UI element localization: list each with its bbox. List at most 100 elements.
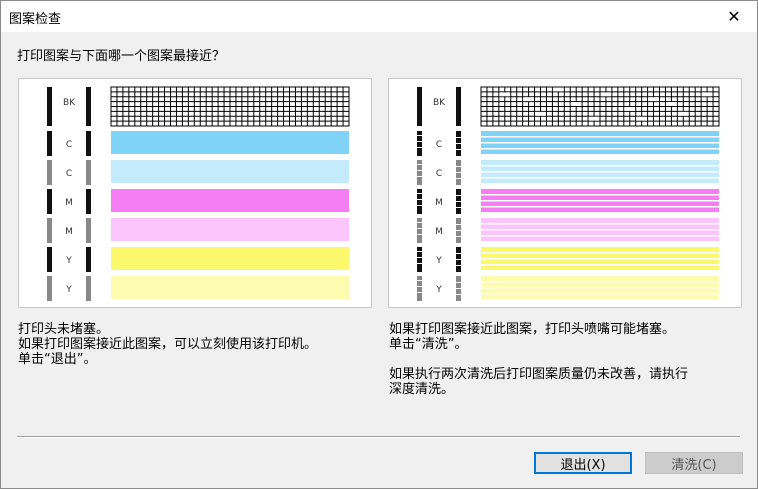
nozzle-gap [417,292,422,293]
bk-missing-segment [588,116,600,121]
nozzle-mark-right [456,87,461,126]
band-streak [481,177,719,179]
band-streak [481,194,719,196]
nozzle-gap [456,149,461,150]
bk-missing-segment [523,97,534,102]
pattern-label: Y [65,256,72,266]
nozzle-mark-right [86,218,91,243]
nozzle-gap [456,265,461,266]
nozzle-gap [417,280,422,281]
nozzle-gap [417,251,422,252]
nozzle-mark-right [86,131,91,156]
separator [17,436,740,438]
pattern-label: M [435,198,443,208]
nozzle-mark-left [417,189,422,214]
nozzle-mark-left [47,218,52,243]
band-streak [481,264,719,266]
nozzle-gap [456,195,461,196]
nozzle-mark-left [47,247,52,272]
bk-missing-segment [648,97,659,102]
nozzle-gap [456,178,461,179]
band-streak [481,252,719,254]
nozzle-gap [417,234,422,235]
nozzle-gap [456,236,461,237]
pattern-label: Y [435,285,442,295]
pattern-label: C [66,169,72,179]
nozzle-gap [456,137,461,138]
band-streak [481,258,719,260]
pattern-label: C [66,140,72,150]
nozzle-mark-left [417,218,422,243]
nozzle-mark-left [47,87,52,126]
color-band [111,218,349,241]
band-streak [481,171,719,173]
desc-note: 如果执行两次清洗后打印图案质量仍未改善，请执行 [389,367,689,382]
pattern-check-dialog: 图案检查 ✕ 打印图案与下面哪一个图案最接近？ BK C C M M Y Y BK C C M M Y… [0,0,758,489]
band-streak [481,200,719,202]
band-streak [481,287,719,289]
pattern-label: Y [65,285,72,295]
nozzle-mark-left [417,131,422,156]
good-pattern-description: 打印头未堵塞。 如果打印图案接近此图案，可以立刻使用该打印机。 单击“退出”。 [18,322,317,367]
bk-missing-segment [624,107,636,111]
nozzle-gap [417,205,422,206]
desc-note: 深度清洗。 [389,382,455,397]
bk-missing-segment [499,92,511,97]
nozzle-gap [417,199,422,200]
nozzle-gap [417,257,422,258]
nozzle-gap [456,201,461,202]
nozzle-gap [456,166,461,167]
nozzle-gap [456,282,461,283]
nozzle-gap [417,170,422,171]
bk-missing-segment [600,92,612,97]
bk-missing-segment [677,111,689,116]
nozzle-mark-right [86,160,91,185]
bk-missing-segment [535,111,546,116]
clogged-pattern-panel[interactable]: BK C C M M Y Y [388,78,742,308]
pattern-label: BK [433,98,446,108]
clean-button[interactable]: 清洗(C) [645,452,743,474]
clogged-pattern-image: BK C C M M Y Y [417,86,720,301]
good-pattern-image: BK C C M M Y Y [47,86,350,301]
nozzle-mark-right [86,87,91,126]
color-band [111,131,349,154]
nozzle-gap [417,286,422,287]
nozzle-gap [456,230,461,231]
desc-line: 单击“退出”。 [18,352,97,367]
nozzle-gap [417,193,422,194]
nozzle-gap [417,176,422,177]
band-streak [481,148,719,150]
bk-missing-segment [665,102,677,106]
nozzle-mark-left [47,189,52,214]
pattern-label: Y [435,256,442,266]
nozzle-mark-right [86,276,91,301]
bk-missing-segment [701,92,713,97]
desc-line: 如果打印图案接近此图案，打印头喷嘴可能堵塞。 [389,322,676,337]
nozzle-mark-left [417,87,422,126]
desc-line: 单击“清洗”。 [389,337,468,352]
bk-missing-segment [570,102,582,106]
nozzle-gap [417,135,422,136]
nozzle-gap [456,288,461,289]
nozzle-gap [456,253,461,254]
band-streak [481,235,719,237]
close-icon[interactable]: ✕ [711,1,757,32]
good-pattern-panel[interactable]: BK C C M M Y Y [18,78,372,308]
nozzle-gap [456,207,461,208]
nozzle-gap [417,141,422,142]
band-streak [481,223,719,225]
nozzle-gap [456,224,461,225]
pattern-label: M [65,227,73,237]
nozzle-gap [417,147,422,148]
color-band [111,160,349,183]
clogged-pattern-description: 如果打印图案接近此图案，打印头喷嘴可能堵塞。 单击“清洗”。 如果执行两次清洗后… [389,322,739,397]
bk-missing-segment [636,116,647,121]
color-band [111,276,349,299]
nozzle-mark-left [417,276,422,301]
band-streak [481,165,719,167]
nozzle-gap [417,263,422,264]
question-text: 打印图案与下面哪一个图案最接近？ [17,49,226,64]
exit-button[interactable]: 退出(X) [534,452,632,474]
nozzle-mark-left [417,247,422,272]
nozzle-gap [417,164,422,165]
